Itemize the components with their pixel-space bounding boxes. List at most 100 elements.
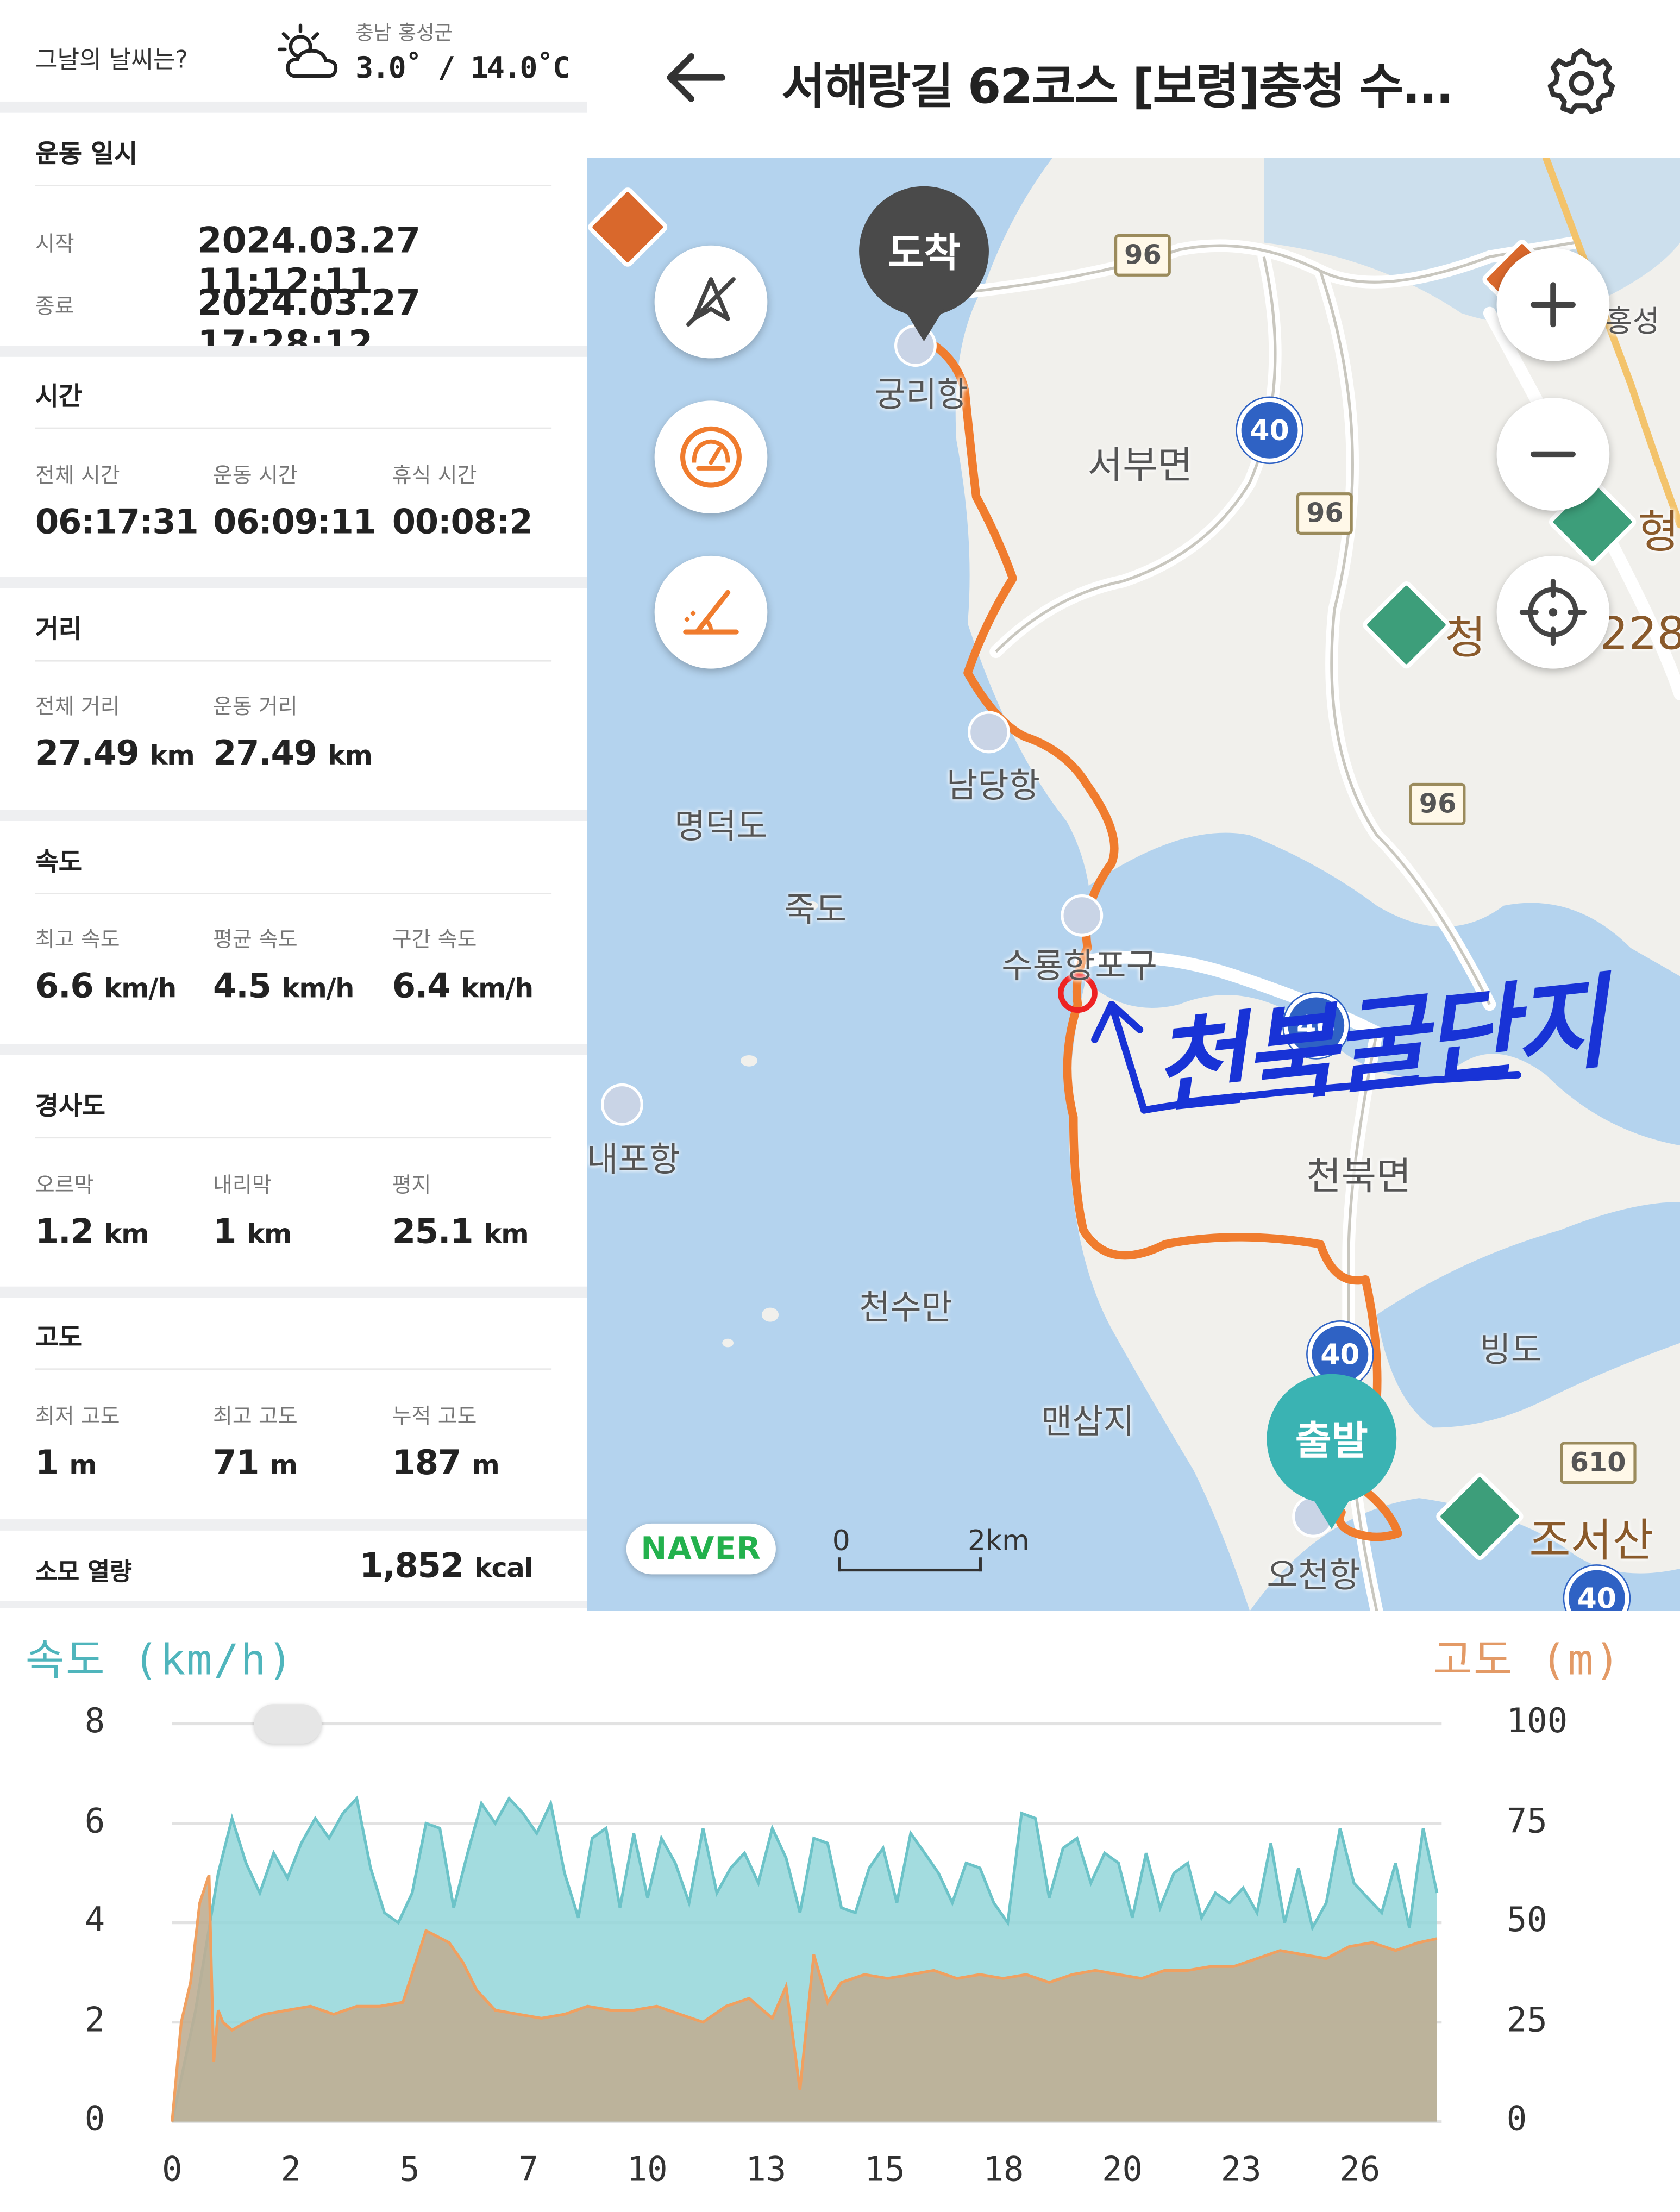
chart-y-left-tick: 6 [84,1801,105,1840]
chart-y-left-tick: 4 [84,1900,105,1940]
rest-time-label: 휴식 시간 [392,462,477,488]
segment-speed-value: 6.4 km/h [392,966,534,1006]
chart-y-left-tick: 8 [84,1701,105,1741]
speedometer-icon [680,426,742,488]
flat-label: 평지 [392,1172,431,1198]
chart-x-tick: 7 [518,2150,539,2190]
road-shield-40: 40 [1237,398,1302,463]
section-title-speed: 속도 [35,848,82,878]
divider [0,1601,587,1608]
exercise-time-value: 06:09:11 [213,502,377,542]
page-title: 서해랑길 62코스 [보령]충청 수... [781,59,1454,116]
chart-y-right-tick: 100 [1506,1701,1568,1741]
map-label-naepo: 내포항 [587,1139,681,1180]
map-label-joseosan: 조서산 [1529,1513,1654,1568]
gear-icon[interactable] [1546,45,1616,116]
naver-logo[interactable]: NAVER [626,1523,776,1575]
avg-speed-value: 4.5 km/h [213,966,354,1006]
chart-y-right-tick: 0 [1506,2099,1527,2139]
scale-start-label: 0 [832,1523,850,1558]
map-label-namdang: 남당항 [946,766,1040,806]
start-pin-label: 출발 [1267,1374,1397,1504]
route-map[interactable]: 궁리항 서부면 남당항 명덕도 죽도 수룡항포구 내포항 천북면 천수만 맨삽지… [587,158,1680,1611]
divider [35,1137,552,1139]
arrive-pin[interactable]: 도착 [859,186,989,342]
map-label-suryong: 수룡항포구 [1001,947,1157,986]
map-label-hongseong: 홍성 [1605,304,1660,339]
divider [0,346,587,357]
map-label-seobu: 서부면 [1087,444,1193,488]
chart-y-left-tick: 0 [84,2099,105,2139]
plus-icon [1530,282,1576,328]
scale-end-label: 2km [967,1523,1030,1558]
chart-plot-area [171,1722,1442,2123]
speed-altitude-chart[interactable]: 속도 (km/h) 고도 (m) 8 6 4 2 0 100 75 50 25 0 0 2 5 7 10 13… [0,1611,1680,2212]
road-badge-610: 610 [1560,1442,1636,1484]
exercise-distance-value: 27.49 km [213,734,373,773]
divider [35,185,552,186]
map-label-cheong: 청 [1444,611,1486,665]
segment-speed-label: 구간 속도 [392,926,477,953]
arrow-left-icon[interactable] [660,42,731,113]
total-distance-value: 27.49 km [35,734,195,773]
minus-icon [1530,451,1576,458]
total-time-value: 06:17:31 [35,502,199,542]
zoom-out-button[interactable] [1496,398,1610,511]
road-badge-96: 96 [1296,492,1353,535]
scale-line [838,1557,982,1572]
map-label-ocheon: 오천항 [1267,1556,1361,1596]
max-speed-label: 최고 속도 [35,926,120,953]
max-altitude-label: 최고 고도 [213,1403,298,1429]
chart-range-handle[interactable] [254,1704,322,1744]
divider [35,660,552,662]
min-altitude-value: 1 m [35,1443,97,1483]
slope-icon [683,590,739,635]
map-label-jukdo: 죽도 [784,890,847,930]
locate-me-button[interactable] [1496,555,1610,669]
rest-time-value: 00:08:2 [392,502,533,542]
chart-y-right-tick: 50 [1506,1900,1547,1940]
weather-temperature: 3.0˚ / 14.0˚C [355,51,571,85]
start-pin[interactable]: 출발 [1267,1374,1397,1530]
map-label-hyeong: 형 [1638,505,1679,559]
divider [0,101,587,113]
max-altitude-value: 71 m [213,1443,298,1483]
end-time-label: 종료 [35,293,74,319]
map-label-road-228: 228 [1600,606,1680,661]
road-badge-96: 96 [1114,234,1172,277]
section-title-distance: 거리 [35,615,82,645]
calories-label: 소모 열량 [35,1558,132,1587]
zoom-in-button[interactable] [1496,248,1610,361]
harbor-icon [600,1083,643,1126]
map-label-maensap: 맨삽지 [1040,1402,1134,1442]
chart-x-tick: 15 [864,2150,905,2190]
chart-x-tick: 26 [1339,2150,1381,2190]
arrive-pin-label: 도착 [859,186,989,316]
map-label-cheonsu: 천수만 [859,1288,953,1328]
map-label-myeongdeok: 명덕도 [674,807,768,847]
max-speed-value: 6.6 km/h [35,966,177,1006]
divider [0,1519,587,1531]
speed-toggle-button[interactable] [654,400,768,514]
divider [0,577,587,588]
compass-off-icon [686,277,736,327]
exercise-time-label: 운동 시간 [213,462,298,488]
road-badge-96: 96 [1409,782,1466,825]
harbor-icon [1061,894,1104,937]
chart-x-tick: 0 [161,2150,183,2190]
weather-label: 그날의 날씨는? [35,46,189,75]
avg-speed-label: 평균 속도 [213,926,298,953]
chart-x-tick: 23 [1220,2150,1262,2190]
chart-y-left-tick: 2 [84,2000,105,2039]
slope-toggle-button[interactable] [654,555,768,669]
compass-off-button[interactable] [654,245,768,359]
divider [35,427,552,429]
exercise-distance-label: 운동 거리 [213,694,298,720]
divider [35,1368,552,1370]
uphill-value: 1.2 km [35,1212,149,1251]
cumulative-altitude-label: 누적 고도 [392,1403,477,1429]
harbor-icon [967,711,1010,754]
weather-row: 그날의 날씨는? 충남 홍성군 3.0˚ / 14.0˚C [0,0,587,102]
cumulative-altitude-value: 187 m [392,1443,500,1483]
section-title-altitude: 고도 [35,1323,82,1353]
